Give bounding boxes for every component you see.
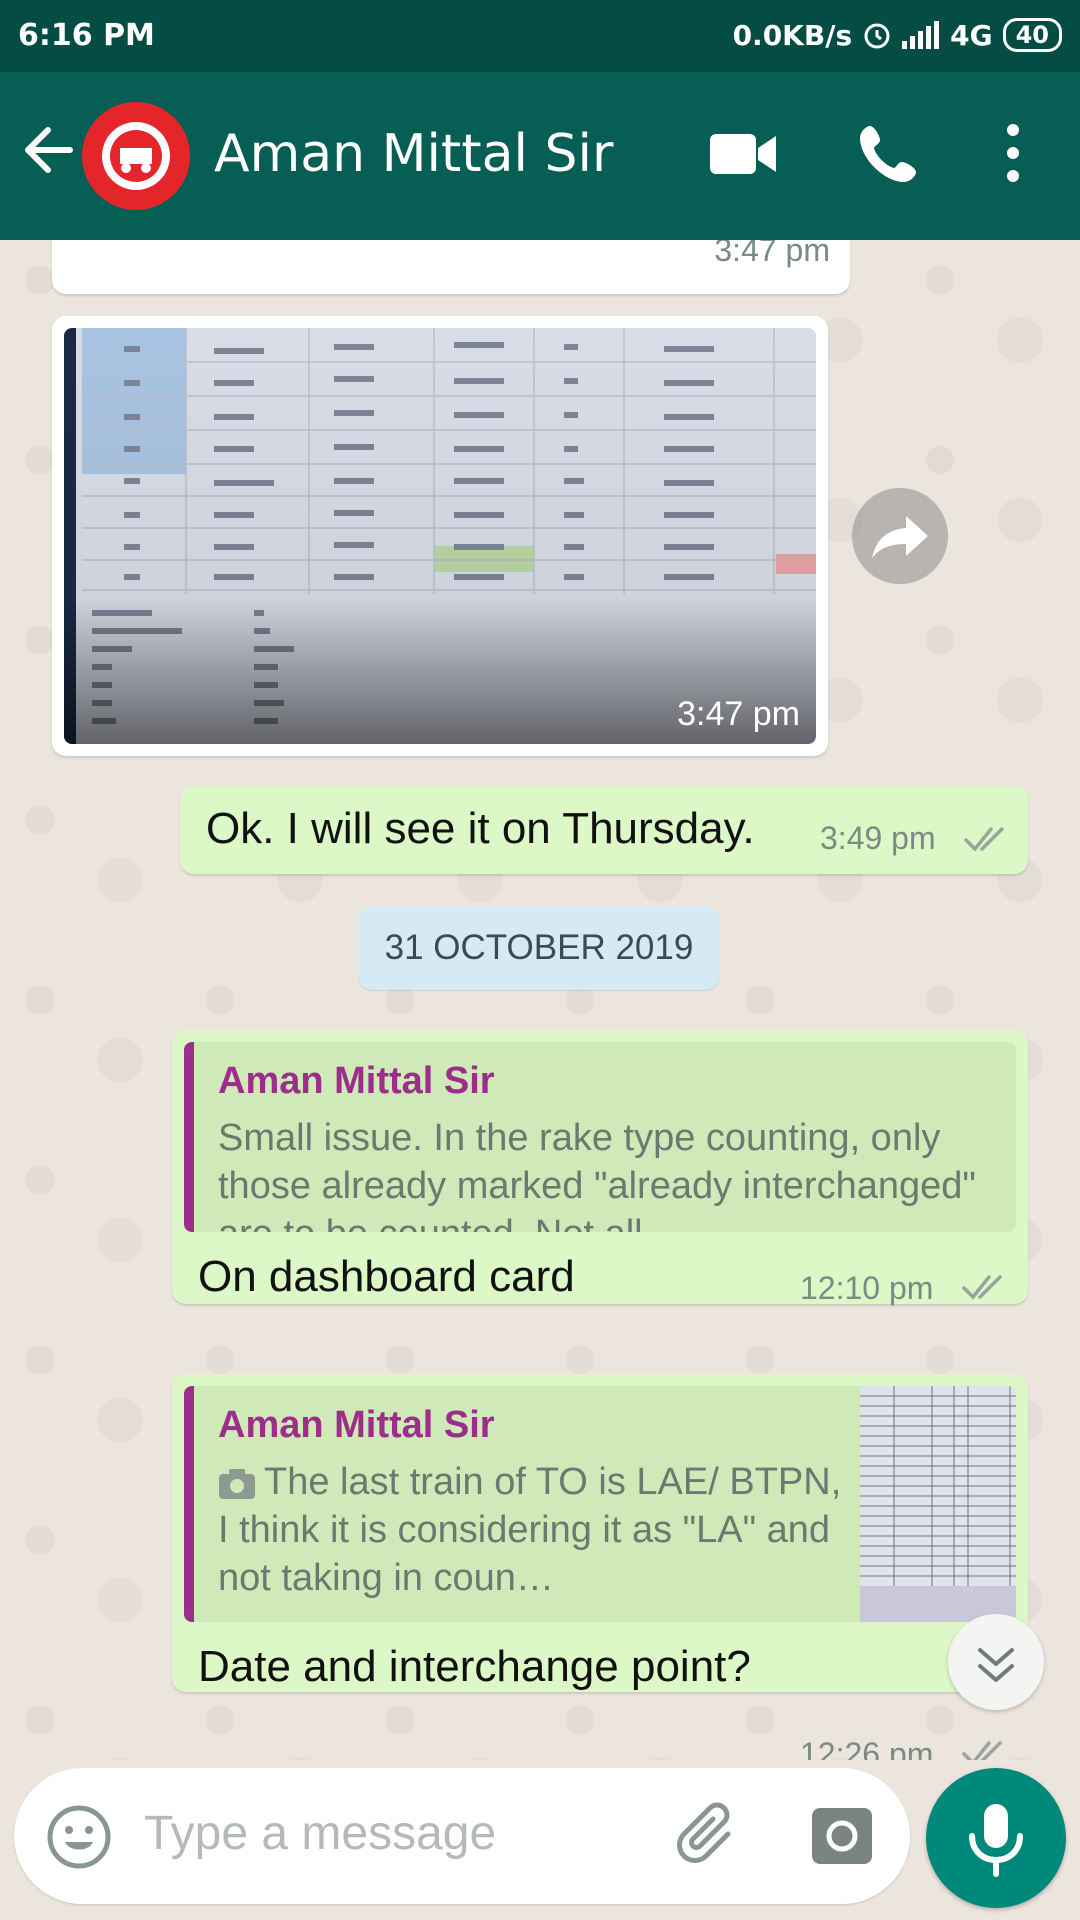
image-time: 3:47 pm <box>677 695 800 733</box>
paperclip-icon[interactable] <box>676 1802 746 1872</box>
double-check-icon <box>962 1275 1002 1300</box>
indian-railways-logo-icon <box>84 104 188 208</box>
signal-icon <box>902 21 940 49</box>
camera-icon[interactable] <box>810 1806 874 1866</box>
table-thumbnail-image <box>860 1386 1016 1622</box>
quoted-author: Aman Mittal Sir <box>218 1060 495 1102</box>
message-photo[interactable]: 3:47 pm <box>64 328 816 744</box>
network-speed: 0.0KB/s <box>732 18 853 52</box>
message-time: 3:49 pm <box>820 820 936 856</box>
quoted-message[interactable]: Aman Mittal Sir The last train of TO is … <box>184 1386 1016 1622</box>
date-separator: 31 OCTOBER 2019 <box>358 906 720 990</box>
quote-bar <box>184 1386 194 1622</box>
message-text: Ok. I will see it on Thursday. <box>206 804 755 853</box>
message-input-bar: Type a message <box>14 1768 910 1904</box>
forward-button[interactable] <box>852 488 948 584</box>
more-vert-icon[interactable] <box>998 122 1028 184</box>
quoted-message[interactable]: Aman Mittal Sir Small issue. In the rake… <box>184 1042 1016 1232</box>
message-bubble-incoming[interactable]: 3:47 pm <box>52 240 850 294</box>
chat-area[interactable]: 3:47 pm 3:47 pm Ok. I will see it on Thu… <box>0 240 1080 1760</box>
forward-icon <box>872 516 928 558</box>
chevron-double-down-icon <box>978 1648 1014 1682</box>
message-bubble-reply[interactable]: Aman Mittal Sir The last train of TO is … <box>172 1374 1028 1692</box>
emoji-icon[interactable] <box>46 1804 112 1870</box>
mic-button[interactable] <box>926 1768 1066 1908</box>
message-text: Date and interchange point? <box>198 1642 751 1691</box>
network-type: 4G <box>950 18 993 52</box>
message-text: On dashboard card <box>198 1252 575 1301</box>
quoted-text: The last train of TO is LAE/ BTPN, I thi… <box>218 1458 858 1602</box>
video-call-icon[interactable] <box>710 130 776 178</box>
message-time: 12:10 pm <box>800 1270 934 1306</box>
scroll-to-bottom-button[interactable] <box>948 1614 1044 1710</box>
status-bar: 6:16 PM 0.0KB/s 4G 40 <box>0 0 1080 72</box>
quoted-text: Small issue. In the rake type counting, … <box>218 1117 976 1232</box>
message-bubble-image[interactable]: 3:47 pm <box>52 316 828 756</box>
mic-icon <box>969 1804 1023 1877</box>
double-check-icon <box>962 1741 1002 1760</box>
quote-bar <box>184 1042 194 1232</box>
message-bubble-outgoing[interactable]: Ok. I will see it on Thursday. 3:49 pm <box>180 786 1028 874</box>
status-indicators: 0.0KB/s 4G 40 <box>733 18 1062 52</box>
avatar[interactable] <box>82 102 190 210</box>
status-time: 6:16 PM <box>18 18 155 53</box>
message-bubble-reply[interactable]: Aman Mittal Sir Small issue. In the rake… <box>172 1030 1028 1306</box>
chat-title[interactable]: Aman Mittal Sir <box>214 124 613 184</box>
double-check-icon <box>964 827 1004 852</box>
alarm-icon <box>864 23 890 49</box>
quoted-author: Aman Mittal Sir <box>218 1404 495 1446</box>
battery-icon: 40 <box>1002 18 1062 52</box>
table-photo-image <box>64 328 816 744</box>
back-arrow-icon[interactable] <box>20 120 76 180</box>
quoted-thumbnail[interactable] <box>860 1386 1016 1622</box>
message-input[interactable]: Type a message <box>144 1806 496 1861</box>
chat-header: Aman Mittal Sir <box>0 72 1080 240</box>
quoted-text-content: The last train of TO is LAE/ BTPN, I thi… <box>218 1461 842 1599</box>
message-time: 3:47 pm <box>714 240 830 268</box>
phone-icon[interactable] <box>858 122 920 184</box>
message-time: 12:26 pm <box>800 1736 934 1760</box>
